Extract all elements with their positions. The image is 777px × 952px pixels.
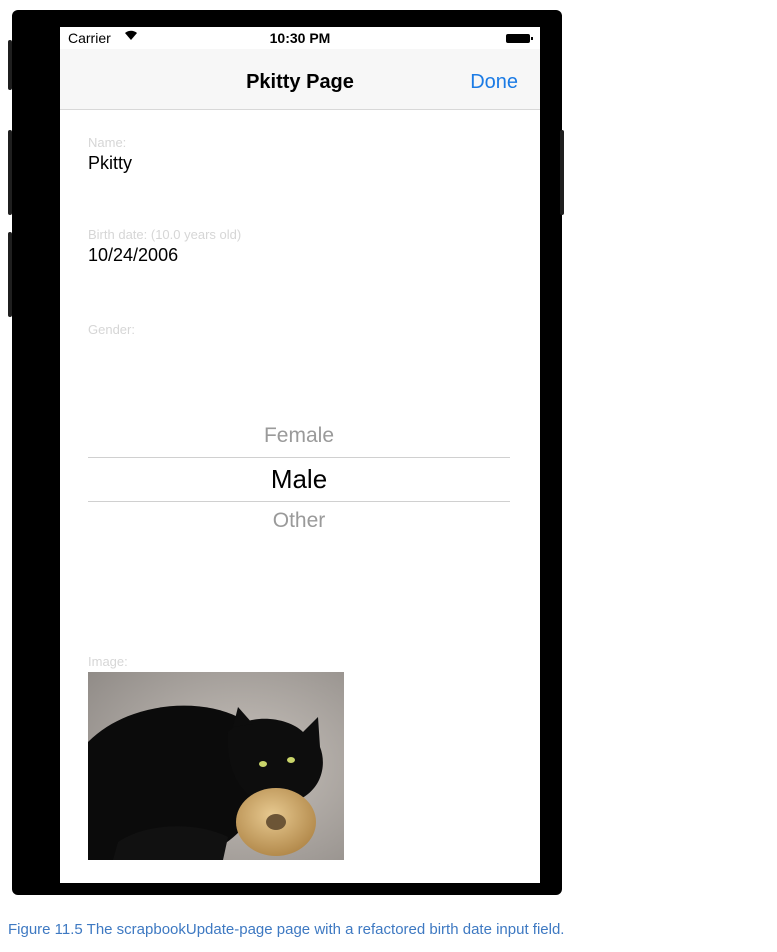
picker-selection-bottom-divider — [88, 501, 510, 502]
birth-date-field[interactable]: 10/24/2006 — [88, 245, 178, 266]
image-label: Image: — [88, 654, 128, 669]
phone-screen: Carrier 10:30 PM Pkitty Page Done Name: … — [60, 27, 540, 883]
power-button — [560, 130, 564, 215]
birth-date-label: Birth date: (10.0 years old) — [88, 227, 242, 242]
picker-option-female[interactable]: Female — [88, 424, 510, 448]
clock: 10:30 PM — [269, 30, 331, 46]
done-button[interactable]: Done — [470, 71, 518, 94]
status-bar: Carrier 10:30 PM — [60, 27, 540, 49]
picker-selection-top-divider — [88, 457, 510, 458]
gender-label: Gender: — [88, 322, 135, 337]
name-field[interactable]: Pkitty — [88, 153, 132, 174]
page-title: Pkitty Page — [246, 71, 354, 93]
gender-picker[interactable]: Female Male Other — [88, 422, 510, 537]
mute-switch — [8, 40, 12, 90]
volume-down-button — [8, 232, 12, 317]
picker-option-male[interactable]: Male — [88, 464, 510, 495]
name-label: Name: — [88, 135, 127, 150]
battery-icon — [506, 34, 533, 43]
navigation-bar: Pkitty Page Done — [60, 49, 540, 110]
picker-option-other[interactable]: Other — [88, 509, 510, 533]
figure-caption: Figure 11.5 The scrapbookUpdate-page pag… — [8, 921, 565, 938]
volume-up-button — [8, 130, 12, 215]
pet-photo[interactable] — [88, 672, 344, 860]
